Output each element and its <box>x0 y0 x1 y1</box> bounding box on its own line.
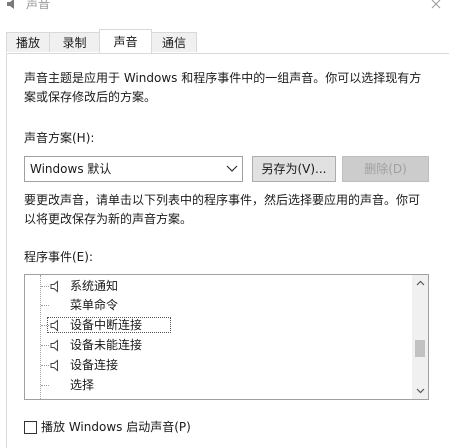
startup-sound-label: 播放 Windows 启动声音(P) <box>41 420 191 434</box>
list-item[interactable]: 选择 <box>25 376 413 395</box>
tab-sounds[interactable]: 声音 <box>99 29 152 53</box>
tab-communications[interactable]: 通信 <box>151 32 197 52</box>
tree-branch <box>41 345 49 346</box>
program-events-list[interactable]: 系统通知 菜单命令 设备中断连接 设备未能连接 设备连接 选择 <box>24 274 429 400</box>
speaker-app-icon <box>7 0 14 9</box>
scroll-thumb[interactable] <box>415 340 425 357</box>
save-as-button[interactable]: 另存为(V)... <box>252 156 336 182</box>
chevron-up-icon <box>416 280 424 286</box>
list-item[interactable]: 菜单命令 <box>25 296 413 315</box>
speaker-icon <box>50 339 58 352</box>
tab-playback[interactable]: 播放 <box>6 32 50 52</box>
chevron-down-icon <box>416 388 424 394</box>
tree-branch <box>41 385 49 386</box>
startup-sound-checkbox[interactable] <box>24 421 37 434</box>
tree-branch <box>41 305 49 306</box>
event-label: 选择 <box>70 378 95 392</box>
window-title: 声音 <box>26 0 51 11</box>
instruction-line-1: 要更改声音，请单击以下列表中的程序事件，然后选择要应用的声音。你可 <box>24 193 421 207</box>
sound-dialog: 声音 播放 录制 声音 通信 声音主题是应用于 Windows 和程序事件中的一… <box>0 0 449 448</box>
event-label: 设备中断连接 <box>70 318 143 332</box>
list-item[interactable]: 系统通知 <box>25 277 413 296</box>
scheme-label: 声音方案(H): <box>24 131 95 145</box>
scroll-down-button[interactable] <box>412 383 428 399</box>
delete-button[interactable]: 删除(D) <box>342 156 429 182</box>
event-label: 设备连接 <box>70 358 119 372</box>
list-scrollbar[interactable] <box>412 275 428 399</box>
list-item-selected[interactable]: 设备中断连接 <box>25 316 413 335</box>
scroll-up-button[interactable] <box>412 275 428 291</box>
list-item[interactable]: 设备连接 <box>25 356 413 375</box>
close-button[interactable] <box>423 0 449 14</box>
tree-branch <box>41 286 49 287</box>
speaker-icon <box>50 280 58 293</box>
description-line-1: 声音主题是应用于 Windows 和程序事件中的一组声音。你可以选择现有方 <box>24 71 422 85</box>
close-icon <box>431 0 441 9</box>
speaker-icon <box>50 359 58 372</box>
title-bar: 声音 <box>0 0 449 16</box>
tree-branch <box>41 365 49 366</box>
sound-scheme-value: Windows 默认 <box>30 162 112 176</box>
description-line-2: 案或保存修改后的方案。 <box>24 90 157 104</box>
list-item[interactable]: 设备未能连接 <box>25 336 413 355</box>
sound-scheme-dropdown[interactable]: Windows 默认 <box>24 156 243 182</box>
event-label: 菜单命令 <box>70 298 119 312</box>
tab-recording[interactable]: 录制 <box>49 32 100 52</box>
instruction-line-2: 以将更改保存为新的声音方案。 <box>24 212 193 226</box>
events-label: 程序事件(E): <box>24 250 93 264</box>
chevron-down-icon <box>226 165 238 172</box>
speaker-icon <box>50 319 58 332</box>
event-label: 系统通知 <box>70 279 119 293</box>
event-label: 设备未能连接 <box>70 338 143 352</box>
